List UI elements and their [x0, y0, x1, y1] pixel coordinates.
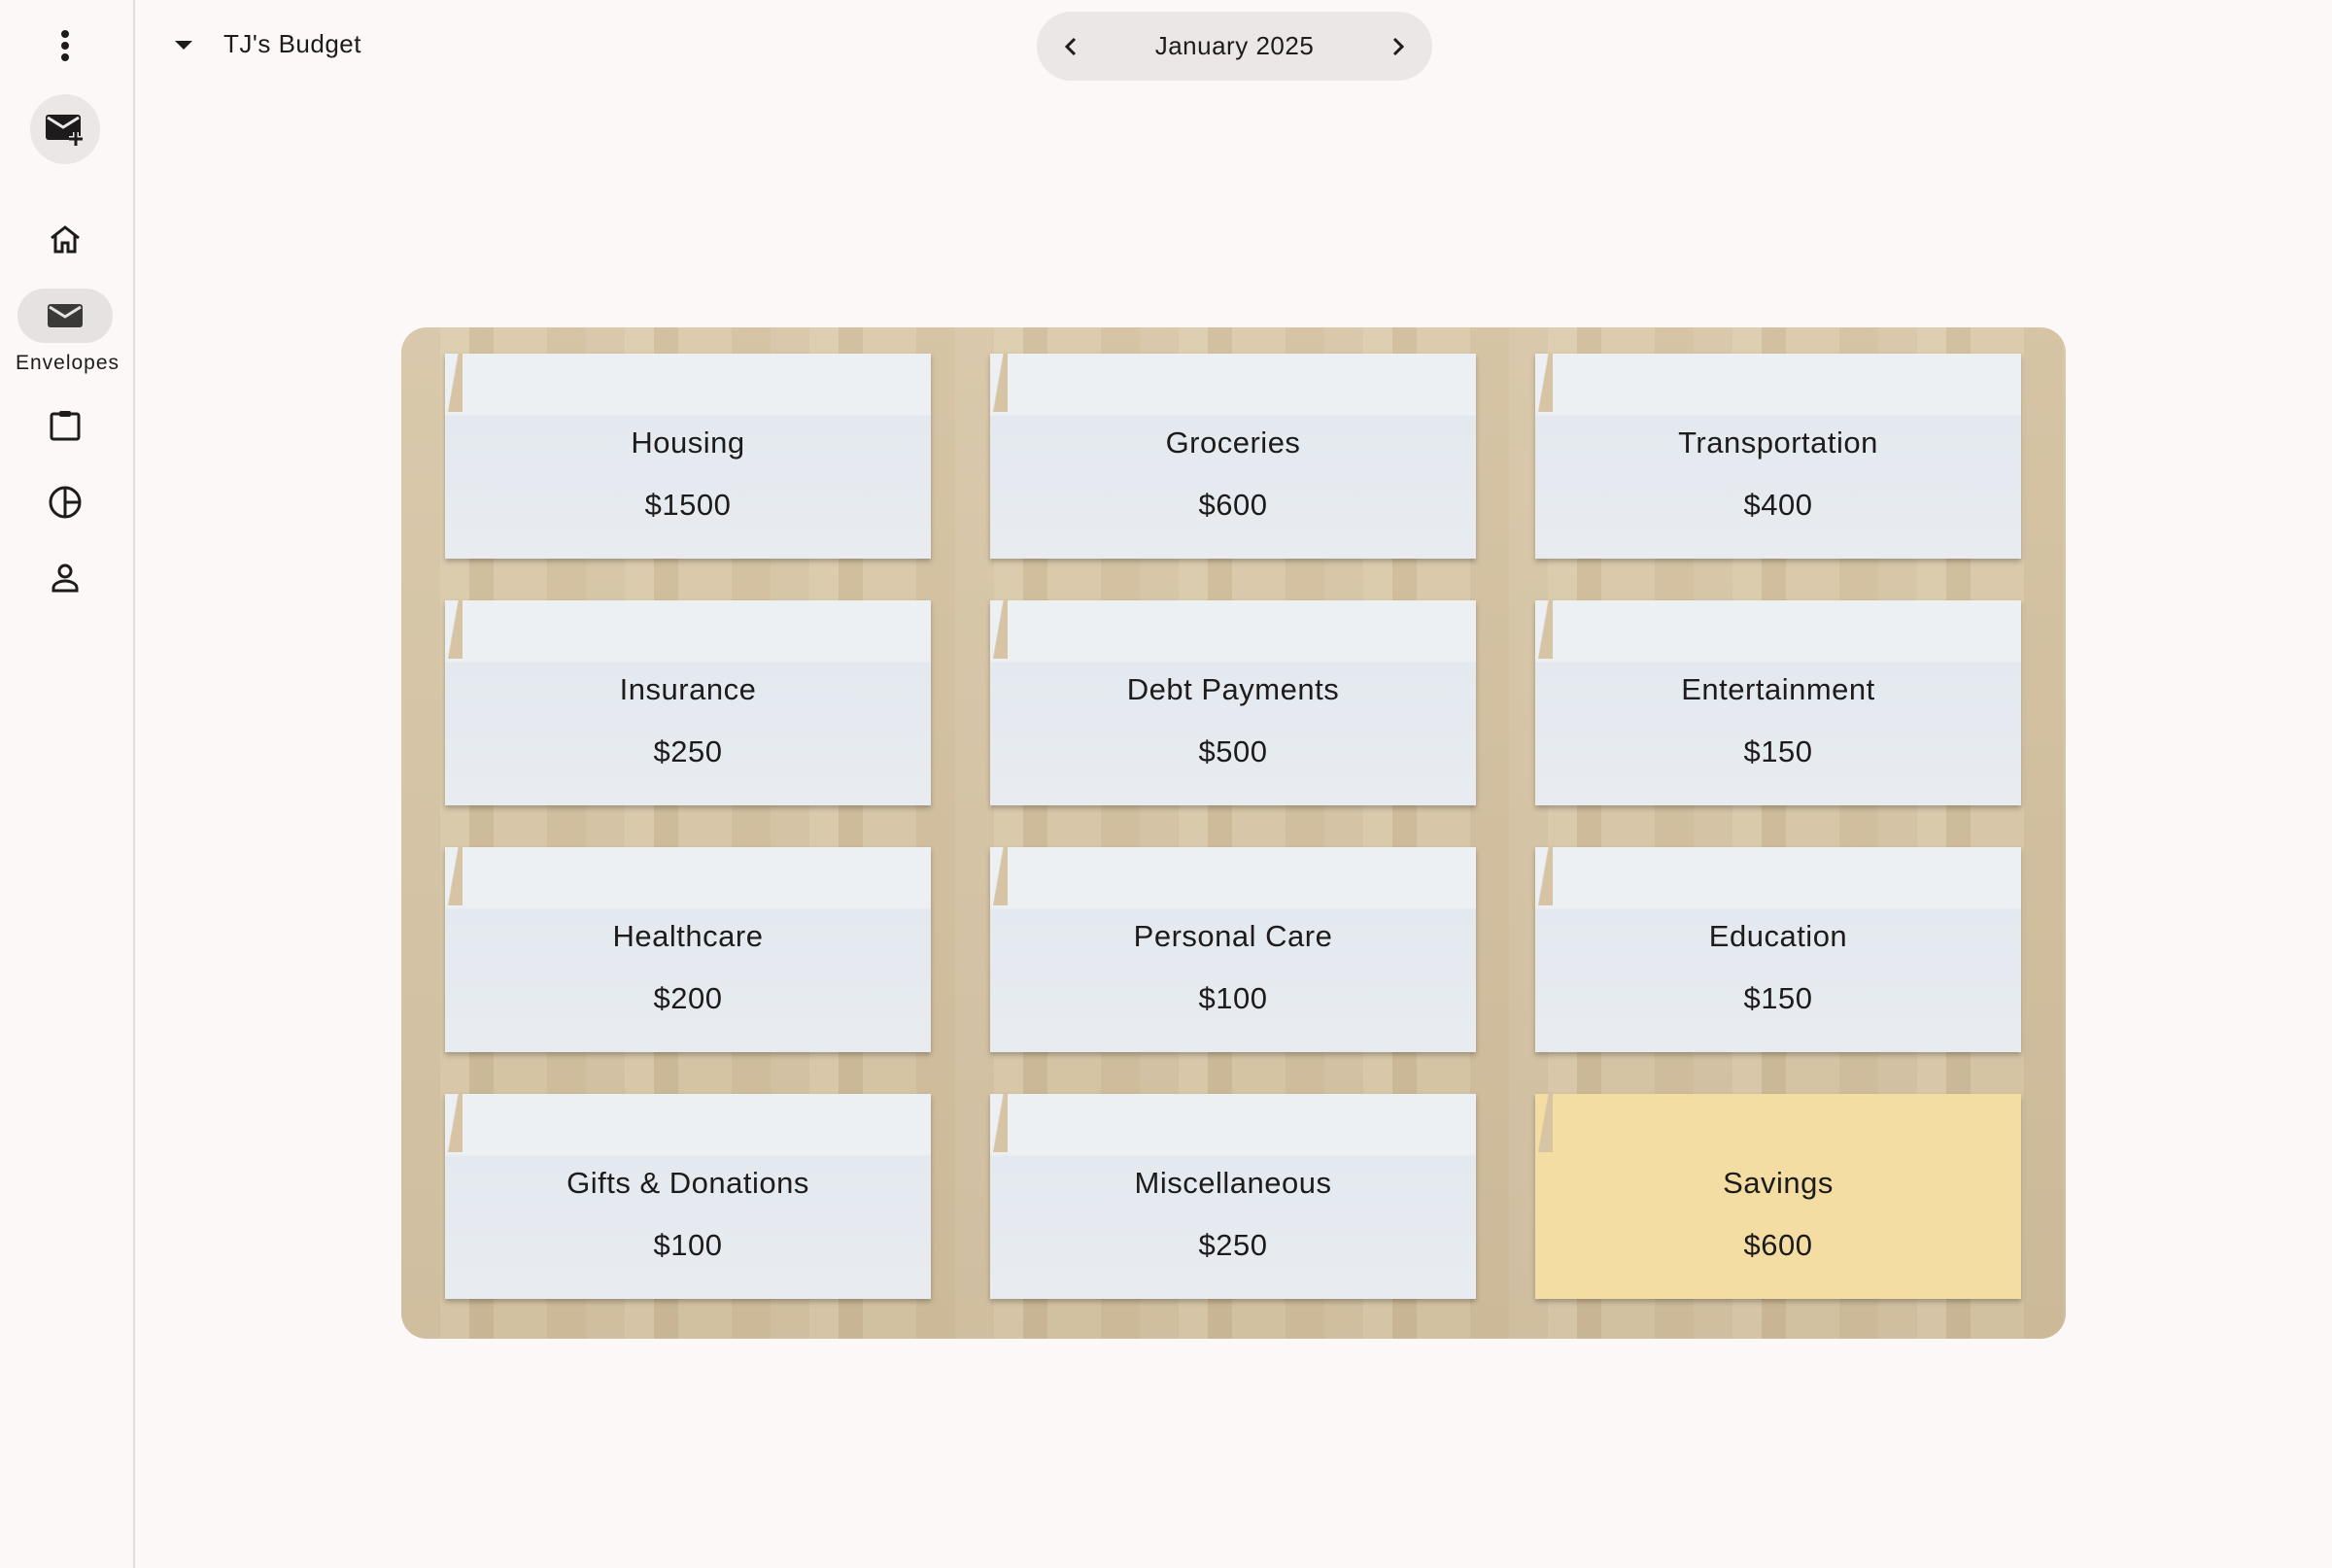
- month-selector: January 2025: [1037, 12, 1432, 81]
- envelope-name: Healthcare: [612, 919, 764, 953]
- envelope-card[interactable]: Entertainment $150: [1535, 600, 2021, 805]
- envelope-name: Transportation: [1678, 426, 1878, 460]
- envelope-card[interactable]: Transportation $400: [1535, 354, 2021, 559]
- home-icon: [51, 225, 80, 254]
- envelope-name: Entertainment: [1681, 672, 1875, 706]
- envelope-card[interactable]: Gifts & Donations $100: [445, 1094, 931, 1299]
- nav-envelopes[interactable]: [17, 289, 113, 343]
- envelope-amount: $1500: [644, 488, 732, 522]
- nav-reports[interactable]: [48, 485, 83, 520]
- nav-profile[interactable]: [50, 562, 81, 594]
- person-icon: [51, 563, 79, 593]
- envelope-name: Education: [1708, 919, 1848, 953]
- more-vert-icon[interactable]: [60, 29, 70, 62]
- envelope-name: Miscellaneous: [1134, 1166, 1332, 1200]
- clipboard-icon: [50, 411, 81, 441]
- envelope-name: Insurance: [619, 672, 757, 706]
- envelope-card[interactable]: Savings $600: [1535, 1094, 2021, 1299]
- envelope-name: Debt Payments: [1126, 672, 1340, 706]
- envelope-amount: $250: [1198, 1228, 1268, 1262]
- envelope-board: Housing $1500 Groceries $600 Transportation $…: [401, 327, 2066, 1339]
- envelope-name: Gifts & Donations: [566, 1166, 809, 1200]
- envelope-name: Personal Care: [1133, 919, 1333, 953]
- nav-clipboard[interactable]: [49, 409, 82, 442]
- envelope-icon: [48, 304, 83, 327]
- envelope-amount: $600: [1743, 1228, 1813, 1262]
- envelope-card[interactable]: Education $150: [1535, 847, 2021, 1052]
- budget-dropdown-icon[interactable]: [175, 41, 192, 50]
- envelope-amount: $100: [1198, 981, 1268, 1015]
- envelope-amount: $400: [1743, 488, 1813, 522]
- current-month: January 2025: [1154, 31, 1315, 60]
- envelope-amount: $500: [1198, 734, 1268, 768]
- envelope-amount: $100: [653, 1228, 723, 1262]
- envelope-name: Housing: [631, 426, 745, 460]
- pie-chart-icon: [49, 486, 82, 519]
- envelope-card[interactable]: Debt Payments $500: [990, 600, 1476, 805]
- envelope-name: Groceries: [1165, 426, 1301, 460]
- budget-name[interactable]: TJ's Budget: [223, 29, 361, 59]
- add-envelope-button[interactable]: [30, 94, 100, 164]
- envelope-amount: $150: [1743, 734, 1813, 768]
- envelope-card[interactable]: Miscellaneous $250: [990, 1094, 1476, 1299]
- chevron-left-icon[interactable]: [1060, 35, 1083, 58]
- nav-envelopes-label: Envelopes: [15, 352, 120, 374]
- envelope-card[interactable]: Groceries $600: [990, 354, 1476, 559]
- envelope-card[interactable]: Housing $1500: [445, 354, 931, 559]
- envelope-name: Savings: [1723, 1166, 1834, 1200]
- nav-home[interactable]: [49, 224, 82, 254]
- envelope-amount: $600: [1198, 488, 1268, 522]
- envelope-amount: $150: [1743, 981, 1813, 1015]
- envelope-amount: $200: [653, 981, 723, 1015]
- sidebar: Envelopes: [0, 0, 135, 1568]
- chevron-right-icon[interactable]: [1386, 35, 1409, 58]
- envelope-amount: $250: [653, 734, 723, 768]
- envelope-card[interactable]: Insurance $250: [445, 600, 931, 805]
- envelope-card[interactable]: Personal Care $100: [990, 847, 1476, 1052]
- envelope-add-icon: [46, 115, 83, 146]
- envelope-card[interactable]: Healthcare $200: [445, 847, 931, 1052]
